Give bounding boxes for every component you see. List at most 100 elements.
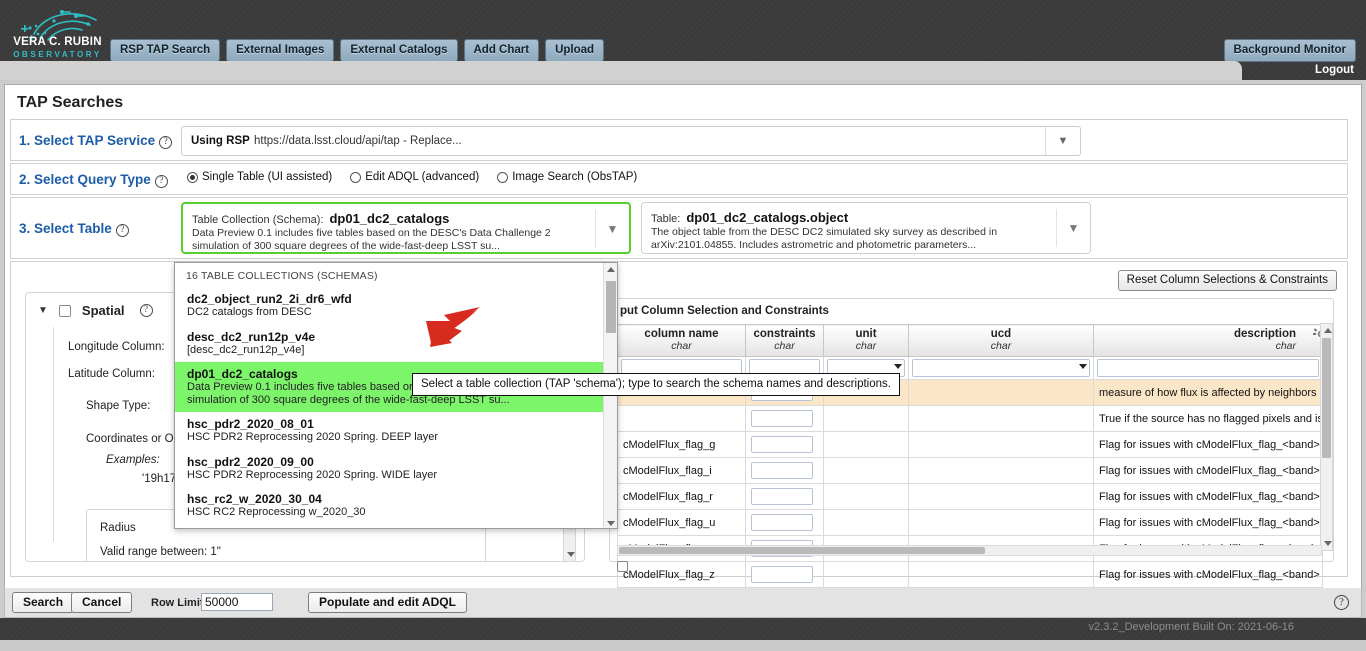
dropdown-item-name: hsc_rc2_w_2020_30_04 bbox=[187, 492, 322, 506]
chevron-down-icon[interactable] bbox=[1079, 364, 1087, 369]
valid-range-label: Valid range between: 1" bbox=[100, 546, 221, 558]
scroll-down-arrow-icon[interactable] bbox=[607, 521, 615, 526]
top-header-bar: VERA C. RUBIN OBSERVATORY RSP TAP Search… bbox=[0, 0, 1366, 80]
scrollbar-thumb[interactable] bbox=[1322, 338, 1331, 458]
constraint-input[interactable] bbox=[751, 514, 813, 531]
radio-image-search[interactable]: Image Search (ObsTAP) bbox=[497, 171, 637, 183]
row-limit-input[interactable] bbox=[201, 593, 273, 611]
column-selection-panel: put Column Selection and Constraints col… bbox=[609, 298, 1334, 614]
nav-external-images-button[interactable]: External Images bbox=[226, 39, 335, 62]
dropdown-item-hsc-rc2-w-2019-38[interactable]: hsc_rc2_w_2019_38 HSC RC2 Reprocessing w… bbox=[175, 525, 604, 529]
tap-service-select[interactable]: Using RSP https://data.lsst.cloud/api/ta… bbox=[181, 126, 1081, 156]
constraint-input[interactable] bbox=[751, 488, 813, 505]
header-unit[interactable]: unit char bbox=[823, 324, 909, 357]
header-column-name[interactable]: column name char bbox=[617, 324, 746, 357]
filter-input-ucd[interactable] bbox=[912, 359, 1090, 377]
search-button[interactable]: Search bbox=[12, 592, 75, 613]
table-row[interactable]: True if the source has no flagged pixels… bbox=[617, 405, 1323, 432]
scrollbar-thumb[interactable] bbox=[606, 281, 616, 333]
logout-link[interactable]: Logout bbox=[1315, 64, 1354, 76]
schema-selector-tooltip: Select a table collection (TAP 'schema')… bbox=[412, 373, 900, 396]
constraint-input[interactable] bbox=[751, 436, 813, 453]
radio-edit-adql[interactable]: Edit ADQL (advanced) bbox=[350, 171, 479, 183]
shape-type-label: Shape Type: bbox=[86, 400, 151, 412]
scroll-up-arrow-icon[interactable] bbox=[607, 267, 615, 272]
table-name: dp01_dc2_catalogs.object bbox=[686, 210, 849, 225]
examples-label: Examples: bbox=[106, 454, 160, 466]
cell-description: Flag for issues with cModelFlux_flag_<ba… bbox=[1093, 561, 1323, 588]
dropdown-item-desc-dc2-run12p[interactable]: desc_dc2_run12p_v4e [desc_dc2_run12p_v4e… bbox=[175, 325, 604, 363]
reset-column-selections-button[interactable]: Reset Column Selections & Constraints bbox=[1117, 270, 1337, 291]
dropdown-item-dc2-object-run2[interactable]: dc2_object_run2_2i_dr6_wfd DC2 catalogs … bbox=[175, 287, 604, 325]
header-description[interactable]: description char bbox=[1093, 324, 1323, 357]
step-2-select-query-type: 2. Select Query Type? Single Table (UI a… bbox=[10, 163, 1348, 195]
cancel-button[interactable]: Cancel bbox=[71, 592, 133, 613]
chevron-down-icon[interactable]: ▼ bbox=[1056, 209, 1090, 247]
dropdown-item-description: HSC RC2 Reprocessing w_2020_30 bbox=[187, 506, 366, 518]
chevron-down-icon[interactable]: ▼ bbox=[595, 210, 629, 248]
nav-upload-button[interactable]: Upload bbox=[545, 39, 605, 62]
step-3-select-table: 3. Select Table? Table Collection (Schem… bbox=[10, 197, 1348, 259]
chevron-down-icon[interactable]: ▼ bbox=[1045, 127, 1080, 155]
table-body: blendedness measure of how flux is affec… bbox=[617, 379, 1323, 614]
row-select-checkbox[interactable] bbox=[617, 561, 628, 572]
scrollbar-thumb[interactable] bbox=[619, 547, 985, 554]
logo-primary-text: VERA C. RUBIN bbox=[13, 36, 102, 48]
table-row[interactable]: cModelFlux_flag_i Flag for issues with c… bbox=[617, 457, 1323, 484]
cell-ucd bbox=[908, 379, 1094, 406]
table-horizontal-scrollbar[interactable] bbox=[617, 545, 1322, 556]
help-icon-step1[interactable]: ? bbox=[159, 136, 173, 149]
scroll-down-arrow-icon[interactable] bbox=[1324, 541, 1332, 546]
cell-unit bbox=[823, 509, 909, 536]
header-constraints[interactable]: constraints char bbox=[745, 324, 824, 357]
dropdown-item-description: HSC PDR2 Reprocessing 2020 Spring. DEEP … bbox=[187, 431, 439, 443]
cell-unit bbox=[823, 431, 909, 458]
radio-dot-icon bbox=[497, 171, 509, 183]
table-collection-selector[interactable]: Table Collection (Schema): dp01_dc2_catal… bbox=[181, 202, 631, 254]
constraint-input[interactable] bbox=[751, 410, 813, 427]
constraint-input[interactable] bbox=[751, 566, 813, 583]
table-vertical-scrollbar[interactable] bbox=[1320, 323, 1333, 551]
dropdown-vertical-scrollbar[interactable] bbox=[603, 263, 617, 528]
cell-description: Flag for issues with cModelFlux_flag_<ba… bbox=[1093, 483, 1323, 510]
help-icon-footer[interactable]: ? bbox=[1334, 595, 1349, 610]
table-row[interactable]: cModelFlux_flag_g Flag for issues with c… bbox=[617, 431, 1323, 458]
table-row[interactable]: cModelFlux_flag_u Flag for issues with c… bbox=[617, 509, 1323, 536]
cell-ucd bbox=[908, 431, 1094, 458]
cell-description: measure of how flux is affected by neigh… bbox=[1093, 379, 1323, 406]
triangle-down-icon[interactable]: ▼ bbox=[38, 305, 48, 316]
table-selector[interactable]: Table: dp01_dc2_catalogs.object The objec… bbox=[641, 202, 1091, 254]
chevron-down-icon[interactable] bbox=[894, 364, 902, 369]
help-icon-step2[interactable]: ? bbox=[154, 175, 168, 188]
constraint-input[interactable] bbox=[751, 462, 813, 479]
help-icon-spatial[interactable]: ? bbox=[139, 304, 153, 317]
dropdown-item-hsc-pdr2-2020-09-00[interactable]: hsc_pdr2_2020_09_00 HSC PDR2 Reprocessin… bbox=[175, 450, 604, 488]
cell-ucd bbox=[908, 457, 1094, 484]
header-ucd[interactable]: ucd char bbox=[908, 324, 1094, 357]
cell-ucd bbox=[908, 509, 1094, 536]
background-monitor-button[interactable]: Background Monitor bbox=[1223, 39, 1356, 62]
column-constraints-table: column name char constraints char unit char… bbox=[617, 324, 1323, 614]
dropdown-item-hsc-rc2-w-2020-30-04[interactable]: hsc_rc2_w_2020_30_04 HSC RC2 Reprocessin… bbox=[175, 487, 604, 525]
logo-secondary-text: OBSERVATORY bbox=[13, 50, 102, 59]
help-icon-step3[interactable]: ? bbox=[115, 224, 129, 237]
populate-edit-adql-button[interactable]: Populate and edit ADQL bbox=[308, 592, 467, 613]
nav-rsp-tap-search-button[interactable]: RSP TAP Search bbox=[110, 39, 221, 62]
table-row[interactable]: cModelFlux_flag_z Flag for issues with c… bbox=[617, 561, 1323, 588]
row-limit-label: Row Limit: bbox=[151, 597, 208, 609]
filter-input-description[interactable] bbox=[1097, 359, 1319, 377]
nav-external-catalogs-button[interactable]: External Catalogs bbox=[340, 39, 458, 62]
radio-single-table[interactable]: Single Table (UI assisted) bbox=[187, 171, 332, 183]
section-divider bbox=[53, 327, 54, 542]
cell-constraints bbox=[745, 483, 824, 510]
dropdown-item-name: hsc_pdr2_2020_09_00 bbox=[187, 454, 314, 469]
active-tab[interactable] bbox=[0, 61, 1242, 80]
scroll-down-arrow-icon[interactable] bbox=[567, 552, 575, 557]
spatial-enable-checkbox[interactable] bbox=[58, 304, 71, 317]
spatial-section-header[interactable]: ▼ Spatial ? bbox=[38, 303, 153, 318]
table-row[interactable]: cModelFlux_flag_r Flag for issues with c… bbox=[617, 483, 1323, 510]
scroll-up-arrow-icon[interactable] bbox=[1324, 328, 1332, 333]
primary-nav-buttons: RSP TAP Search External Images External … bbox=[110, 39, 605, 62]
dropdown-item-hsc-pdr2-2020-08-01[interactable]: hsc_pdr2_2020_08_01 HSC PDR2 Reprocessin… bbox=[175, 412, 604, 450]
nav-add-chart-button[interactable]: Add Chart bbox=[463, 39, 540, 62]
